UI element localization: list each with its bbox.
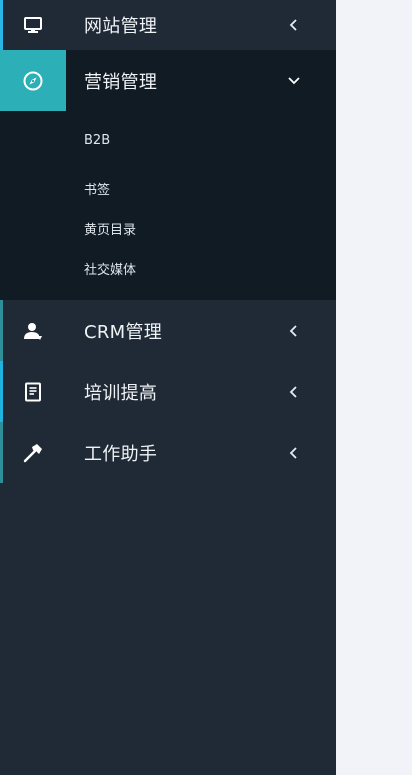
sidebar-item-label: CRM管理 <box>84 321 163 343</box>
sidebar-item-crm-management[interactable]: CRM管理 <box>0 300 336 361</box>
submenu-item-yellow-pages[interactable]: 黄页目录 <box>0 211 336 251</box>
sidebar-item-training[interactable]: 培训提高 <box>0 361 336 422</box>
sidebar-item-label: 网站管理 <box>84 16 158 37</box>
hammer-icon <box>0 422 66 483</box>
chevron-left-icon <box>276 300 336 361</box>
chevron-left-icon <box>276 422 336 483</box>
sidebar-item-accent <box>0 422 3 483</box>
sidebar-item-marketing-management[interactable]: 营销管理 <box>0 50 336 111</box>
sidebar-item-label: 培训提高 <box>84 382 158 404</box>
app-page: 网站管理 营销管理 B2B 书签 黄页目录 社交媒体 CRM管理 培训提高 工作… <box>0 0 412 775</box>
book-icon <box>0 361 66 422</box>
submenu-item-bookmarks[interactable]: 书签 <box>0 171 336 211</box>
sidebar-item-accent <box>0 361 3 422</box>
sidebar-item-work-assistant[interactable]: 工作助手 <box>0 422 336 483</box>
submenu-item-social-media[interactable]: 社交媒体 <box>0 251 336 291</box>
sidebar-item-label: 工作助手 <box>84 443 158 465</box>
sidebar-item-accent <box>0 0 3 50</box>
main-content <box>336 0 412 775</box>
chevron-down-icon <box>276 50 336 111</box>
sidebar-item-label: 营销管理 <box>84 71 158 93</box>
marketing-submenu: B2B 书签 黄页目录 社交媒体 <box>0 111 336 300</box>
compass-icon <box>0 50 66 111</box>
sidebar-item-accent <box>0 300 3 361</box>
monitor-icon <box>0 0 66 50</box>
submenu-item-b2b[interactable]: B2B <box>0 111 336 171</box>
chevron-left-icon <box>276 0 336 50</box>
chevron-left-icon <box>276 361 336 422</box>
user-icon <box>0 300 66 361</box>
sidebar-item-website-management[interactable]: 网站管理 <box>0 0 336 50</box>
sidebar: 网站管理 营销管理 B2B 书签 黄页目录 社交媒体 CRM管理 培训提高 工作… <box>0 0 336 775</box>
